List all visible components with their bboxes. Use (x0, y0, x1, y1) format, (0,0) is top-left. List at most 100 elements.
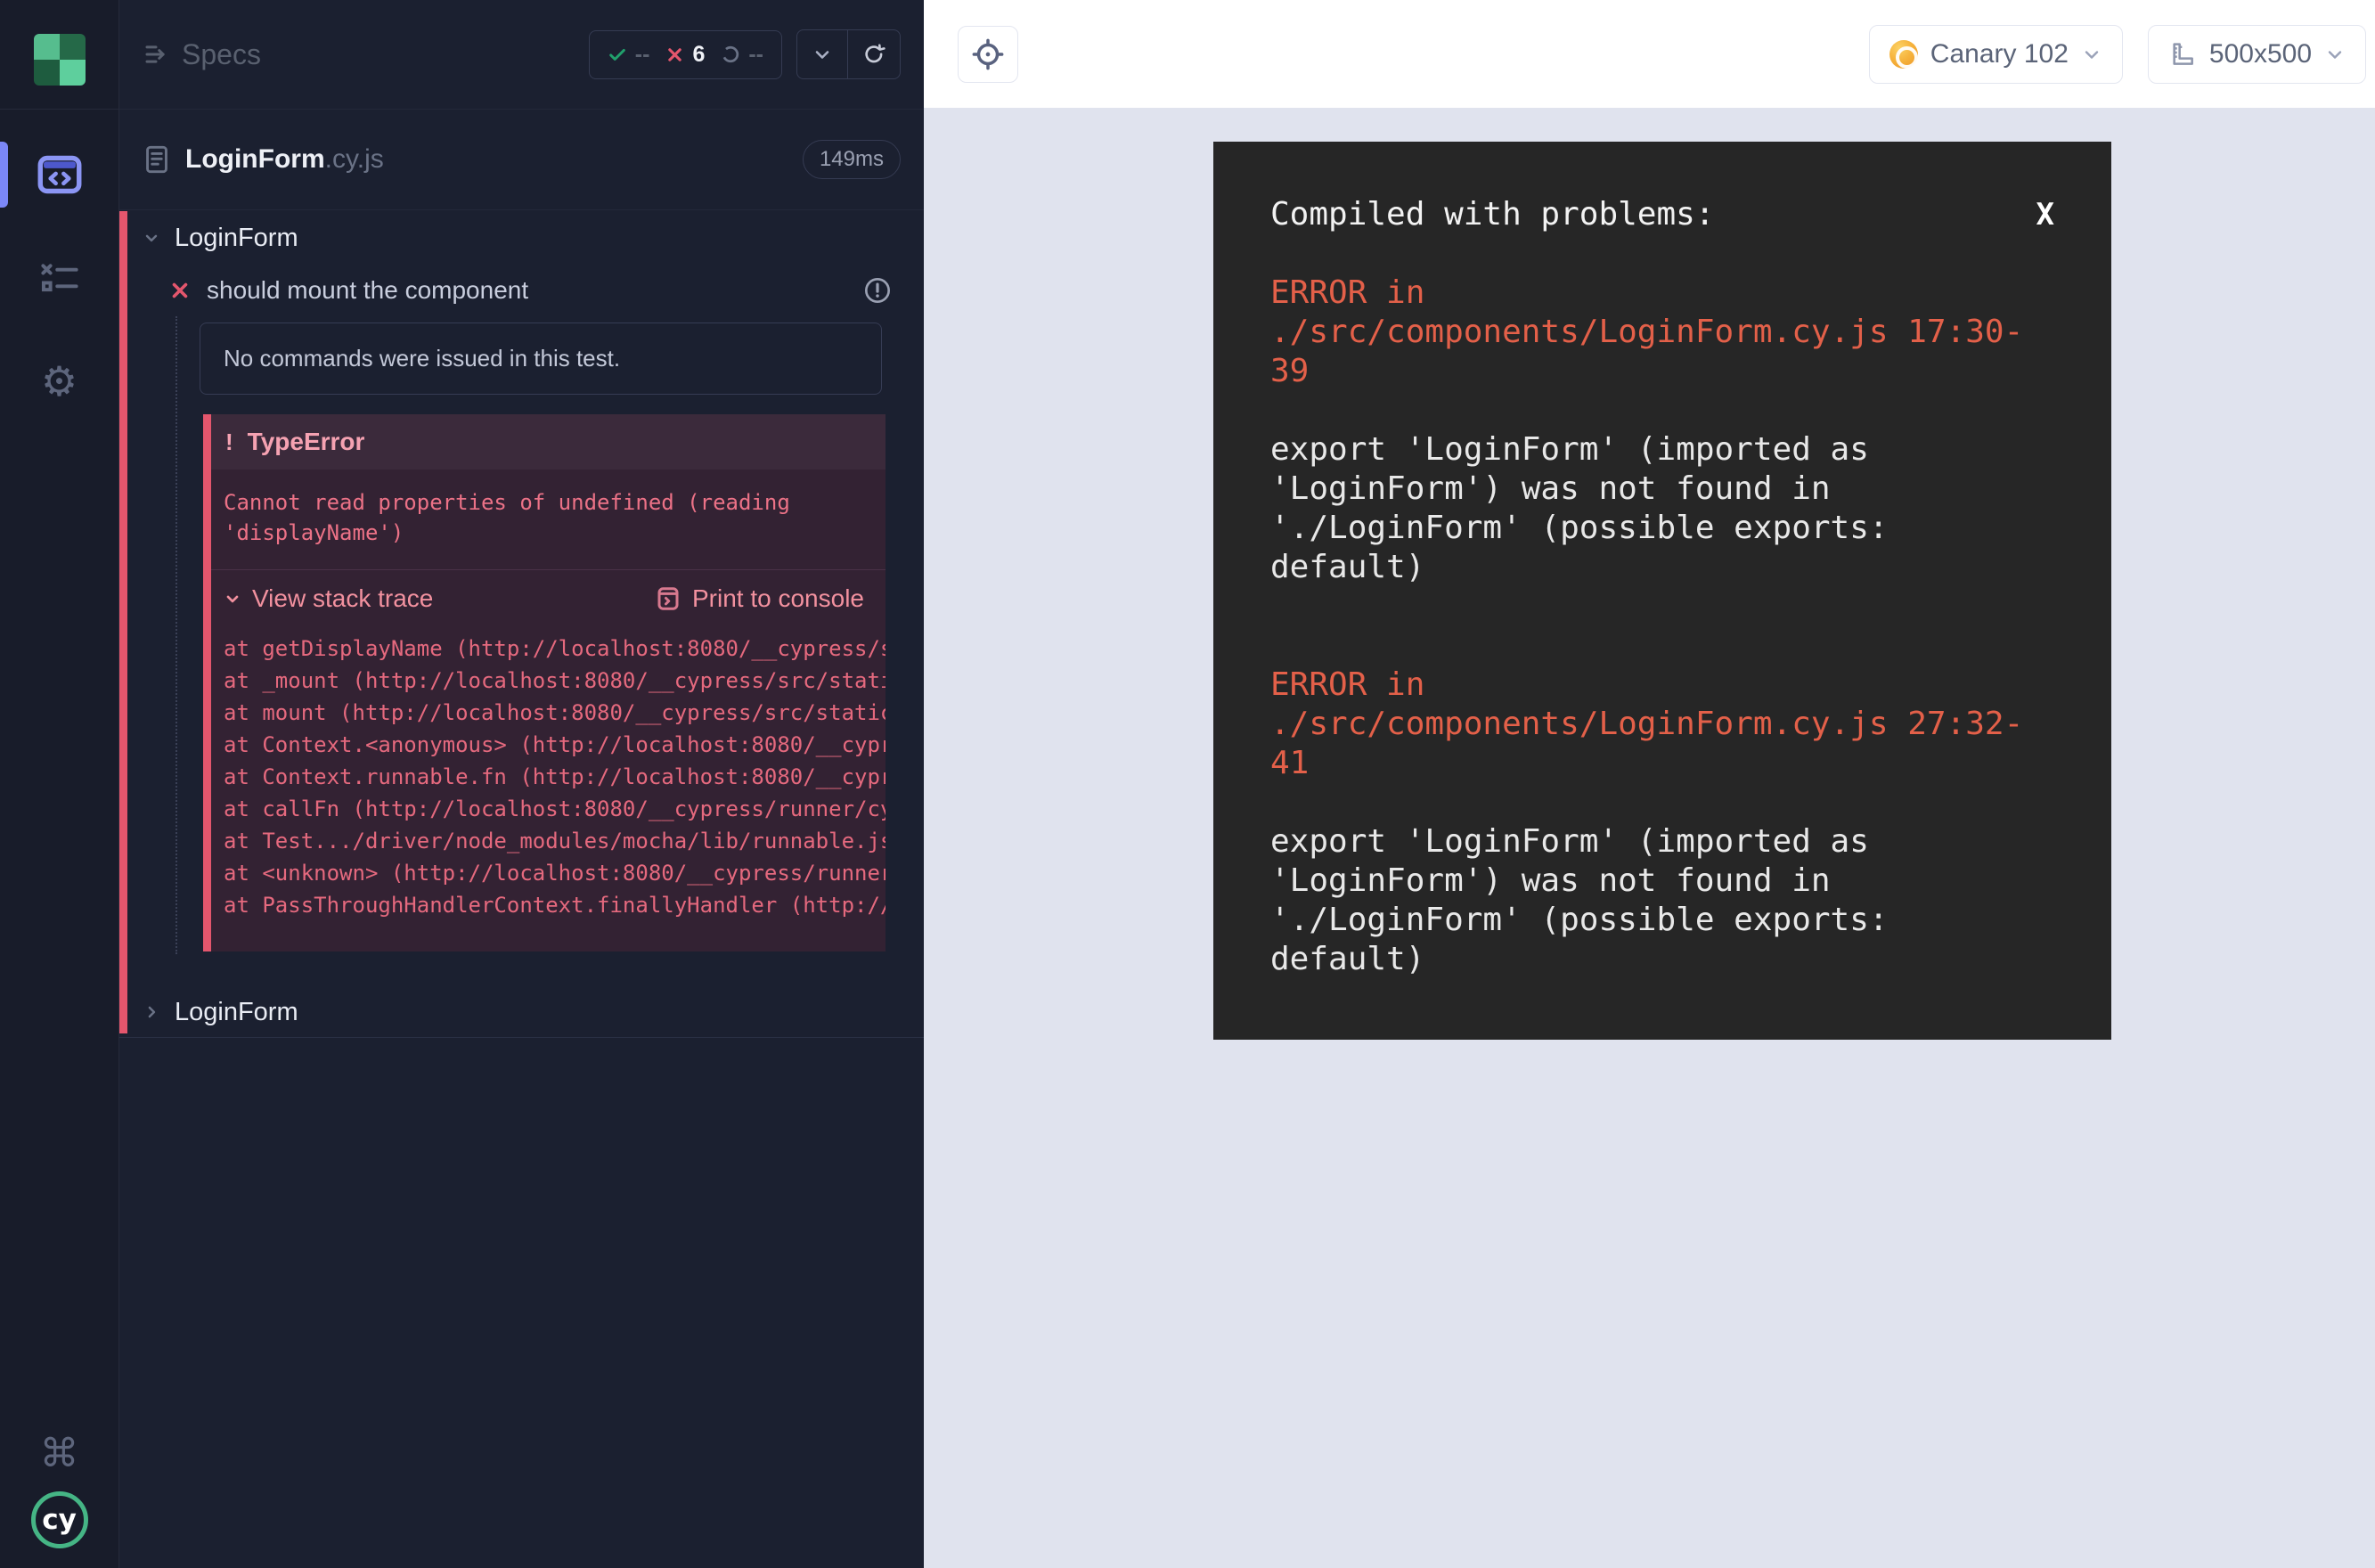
stack-trace: at getDisplayName (http://localhost:8080… (211, 625, 886, 951)
passed-count: -- (635, 42, 650, 68)
stack-line: at mount (http://localhost:8080/__cypres… (224, 697, 886, 729)
chrome-canary-icon (1889, 40, 1918, 69)
stack-line: at Context.runnable.fn (http://localhost… (224, 761, 886, 793)
selector-playground-button[interactable] (958, 26, 1018, 83)
chevron-down-icon (812, 44, 833, 65)
suite-name: LoginForm (175, 998, 298, 1027)
collapse-all-button[interactable] (797, 30, 847, 78)
error-header: ! TypeError (211, 414, 886, 470)
stack-line: at _mount (http://localhost:8080/__cypre… (224, 665, 886, 697)
x-icon (665, 45, 684, 64)
code-browser-icon (37, 155, 82, 194)
pending-circle-icon (721, 45, 740, 64)
rerun-button[interactable] (847, 30, 900, 78)
overlay-title: Compiled with problems: (1270, 195, 1715, 234)
runner-toolbar: Canary 102 500x500 (924, 0, 2375, 108)
suite-row-collapsed[interactable]: LoginForm (119, 987, 924, 1037)
specs-icon (143, 41, 169, 68)
cypress-app: ⚙ ⌘ cy Specs -- (0, 0, 2375, 1568)
specs-header: Specs -- 6 -- (119, 0, 924, 110)
sidebar-item-test-results[interactable] (0, 240, 119, 316)
stack-line: at Test.../driver/node_modules/mocha/lib… (224, 825, 886, 857)
app-logo[interactable] (34, 34, 86, 86)
test-title: should mount the component (207, 276, 528, 305)
stack-line: at PassThroughHandlerContext.finallyHand… (224, 889, 886, 921)
fail-x-icon (169, 280, 191, 301)
chevron-down-icon (2324, 44, 2346, 65)
compile-error-block: ERROR in ./src/components/LoginForm.cy.j… (1270, 666, 2054, 979)
error-type: TypeError (248, 428, 365, 456)
stack-line: at getDisplayName (http://localhost:8080… (224, 633, 886, 665)
attempt-info-icon[interactable] (863, 276, 892, 305)
logo-square (34, 60, 60, 86)
test-list-icon (39, 260, 80, 296)
viewport-dropdown[interactable]: 500x500 (2148, 25, 2366, 84)
stack-line: at Context.<anonymous> (http://localhost… (224, 729, 886, 761)
sidebar-divider (0, 109, 119, 110)
spec-results: LoginForm should mount the component No … (119, 210, 924, 1568)
chevron-down-icon (2081, 44, 2102, 65)
runner-controls (796, 29, 901, 79)
suite-row-expanded[interactable]: LoginForm (119, 210, 924, 265)
suite-name: LoginForm (175, 224, 298, 253)
check-icon (608, 45, 627, 64)
refresh-icon (862, 43, 886, 66)
runner-main: Canary 102 500x500 Compiled with problem… (924, 0, 2375, 1568)
error-message: Cannot read properties of undefined (rea… (211, 470, 886, 570)
overlay-close-button[interactable]: X (2036, 195, 2054, 234)
logo-square (60, 34, 86, 60)
spec-file-name: LoginForm (185, 144, 325, 175)
stack-line: at callFn (http://localhost:8080/__cypre… (224, 793, 886, 825)
stack-line: at <unknown> (http://localhost:8080/__cy… (224, 857, 886, 889)
left-sidebar: ⚙ ⌘ cy (0, 0, 119, 1568)
crosshair-icon (970, 37, 1006, 72)
compile-error-header: ERROR in ./src/components/LoginForm.cy.j… (1270, 666, 2054, 783)
view-stack-trace-label: View stack trace (252, 584, 433, 613)
specs-panel: Specs -- 6 -- (119, 0, 924, 1568)
run-stats-badge[interactable]: -- 6 -- (589, 30, 782, 79)
compile-error-body: export 'LoginForm' (imported as 'LoginFo… (1270, 430, 2054, 587)
print-to-console-button[interactable]: Print to console (655, 584, 864, 613)
command-icon: ⌘ (40, 1431, 79, 1476)
logo-square (34, 34, 60, 60)
compile-error-header: ERROR in ./src/components/LoginForm.cy.j… (1270, 274, 2054, 391)
sidebar-item-settings[interactable]: ⚙ (0, 343, 119, 420)
chevron-down-icon (143, 229, 160, 247)
sidebar-item-specs-active[interactable] (0, 136, 119, 213)
panel-divider (119, 1037, 924, 1038)
failed-test-row[interactable]: should mount the component (119, 265, 924, 315)
browser-dropdown[interactable]: Canary 102 (1869, 25, 2123, 84)
spec-file-ext: .cy.js (325, 144, 384, 175)
aut-stage: Compiled with problems: X ERROR in ./src… (924, 108, 2375, 1568)
viewport-dropdown-label: 500x500 (2209, 39, 2312, 69)
stat-pending: -- (721, 42, 763, 68)
ruler-icon (2168, 40, 2197, 69)
keyboard-shortcuts-button[interactable]: ⌘ (0, 1415, 119, 1491)
test-guide-line (175, 316, 177, 954)
spec-duration-badge: 149ms (803, 140, 901, 179)
no-commands-hint: No commands were issued in this test. (200, 323, 882, 395)
logo-square (60, 60, 86, 86)
view-stack-trace-toggle[interactable]: View stack trace (224, 584, 433, 613)
file-icon (143, 144, 171, 175)
pending-count: -- (748, 42, 763, 68)
webpack-error-overlay: Compiled with problems: X ERROR in ./src… (1213, 142, 2111, 1040)
print-to-console-label: Print to console (692, 584, 864, 613)
active-indicator (0, 142, 8, 208)
spec-file-row[interactable]: LoginForm.cy.js 149ms (119, 110, 924, 210)
chevron-right-icon (143, 1003, 160, 1021)
gear-icon: ⚙ (41, 357, 78, 405)
cypress-logo[interactable]: cy (31, 1491, 88, 1548)
stat-failed: 6 (665, 42, 705, 68)
browser-dropdown-label: Canary 102 (1930, 39, 2069, 69)
compile-error-body: export 'LoginForm' (imported as 'LoginFo… (1270, 822, 2054, 979)
stat-passed: -- (608, 42, 650, 68)
compile-error-block: ERROR in ./src/components/LoginForm.cy.j… (1270, 274, 2054, 587)
failed-spec-strip (119, 211, 127, 1033)
failed-count: 6 (692, 42, 705, 68)
console-icon (655, 585, 681, 612)
specs-panel-title: Specs (182, 38, 261, 71)
error-exclamation: ! (225, 429, 233, 456)
error-controls: View stack trace Print to console (211, 570, 886, 625)
test-error-panel: ! TypeError Cannot read properties of un… (203, 414, 886, 951)
